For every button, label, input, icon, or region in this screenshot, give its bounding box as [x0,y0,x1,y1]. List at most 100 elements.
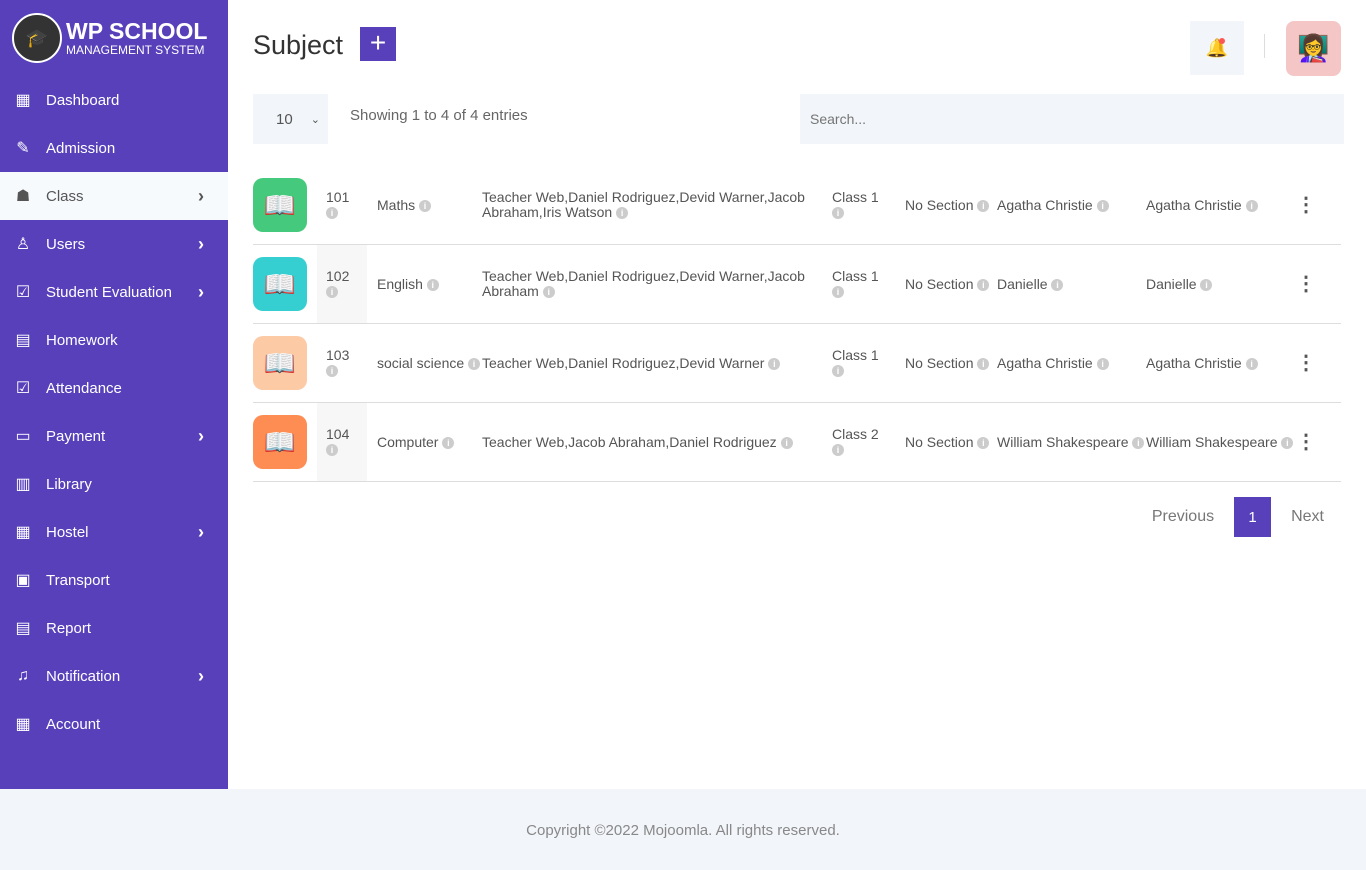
divider [1264,34,1265,58]
sidebar-item-label: Account [46,715,101,733]
sidebar-item-student-evaluation[interactable]: ☑ Student Evaluation › [0,268,228,316]
sidebar-item-label: Homework [46,331,118,349]
search-input[interactable] [800,94,1344,144]
pagination: Previous 1 Next [1132,497,1344,537]
subject-name: Maths [377,196,416,213]
previous-button[interactable]: Previous [1132,508,1234,526]
brand-title: WP SCHOOL [66,18,208,44]
clipboard-icon: ☑ [15,284,31,301]
main-content: Subject + 🔔 👩‍🏫 10 ⌄ Showing 1 to 4 of 4 … [228,0,1366,789]
sidebar: 🎓 WP SCHOOL MANAGEMENT SYSTEM ▦ Dashboar… [0,0,228,789]
info-icon[interactable]: i [426,278,439,291]
sidebar-item-notification[interactable]: ♫ Notification › [0,652,228,700]
info-icon[interactable]: i [1245,357,1258,370]
sidebar-item-homework[interactable]: ▤ Homework [0,316,228,364]
info-icon[interactable]: i [832,444,844,457]
hostel-icon: ▦ [15,524,31,541]
sidebar-item-label: Transport [46,571,110,589]
info-icon[interactable]: i [1096,357,1109,370]
info-icon[interactable]: i [442,436,455,449]
subject-code: 101 [326,189,350,205]
sidebar-item-report[interactable]: ▤ Report [0,604,228,652]
logo[interactable]: 🎓 WP SCHOOL MANAGEMENT SYSTEM [0,0,228,76]
sidebar-item-label: Class [46,187,84,205]
info-icon[interactable]: i [977,278,990,291]
section: No Section [905,433,974,450]
class-name: Class 1 [832,347,879,363]
info-icon[interactable]: i [977,436,990,449]
sidebar-item-admission[interactable]: ✎ Admission [0,124,228,172]
sidebar-item-payment[interactable]: ▭ Payment › [0,412,228,460]
sidebar-item-label: Payment [46,427,106,445]
info-icon[interactable]: i [1200,278,1213,291]
info-icon[interactable]: i [832,286,844,299]
table-row: 📖 101 i Maths i Teacher Web,Daniel Rodrig… [253,166,1341,245]
book-icon: 📖 [253,257,307,311]
info-icon[interactable]: i [1245,199,1258,212]
class-name: Class 2 [832,426,879,442]
table-row: 📖 102 i English i Teacher Web,Daniel Rodr… [253,245,1341,324]
author: William Shakespeare [997,433,1129,450]
account-icon: ▦ [15,716,31,733]
more-options-icon[interactable]: ⋮ [1296,353,1316,373]
book-icon: 📖 [253,415,307,469]
admission-icon: ✎ [16,140,30,157]
info-icon[interactable]: i [1051,278,1064,291]
homework-icon: ▤ [15,332,31,349]
sidebar-item-library[interactable]: ▥ Library [0,460,228,508]
sidebar-item-transport[interactable]: ▣ Transport [0,556,228,604]
chevron-right-icon: › [198,233,204,254]
notification-button[interactable]: 🔔 [1190,21,1244,75]
sidebar-item-hostel[interactable]: ▦ Hostel › [0,508,228,556]
info-icon[interactable]: i [326,207,338,220]
book-icon: 📖 [253,178,307,232]
table-row: 📖 104 i Computer i Teacher Web,Jacob Abra… [253,403,1341,482]
teachers: Teacher Web,Daniel Rodriguez,Devid Warne… [482,268,805,299]
entries-info: Showing 1 to 4 of 4 entries [350,107,528,124]
info-icon[interactable]: i [468,357,481,370]
page-1-button[interactable]: 1 [1234,497,1272,537]
sidebar-item-attendance[interactable]: ☑ Attendance [0,364,228,412]
author: Danielle [997,275,1048,292]
info-icon[interactable]: i [977,357,990,370]
sidebar-item-class[interactable]: ☗ Class › [0,172,228,220]
sidebar-item-label: Attendance [46,379,122,397]
info-icon[interactable]: i [977,199,990,212]
chevron-right-icon: › [198,425,204,446]
info-icon[interactable]: i [419,199,432,212]
info-icon[interactable]: i [832,207,844,220]
info-icon[interactable]: i [326,365,338,378]
sidebar-item-users[interactable]: ♙ Users › [0,220,228,268]
chevron-right-icon: › [198,281,204,302]
more-options-icon[interactable]: ⋮ [1296,274,1316,294]
info-icon[interactable]: i [768,357,781,370]
info-icon[interactable]: i [542,286,555,299]
info-icon[interactable]: i [616,207,629,220]
subject-code: 102 [326,268,350,284]
entries-length-select[interactable]: 10 ⌄ [253,94,328,144]
book-name: Agatha Christie [1146,196,1242,213]
info-icon[interactable]: i [326,286,338,299]
next-button[interactable]: Next [1271,508,1344,526]
info-icon[interactable]: i [326,444,338,457]
sidebar-item-dashboard[interactable]: ▦ Dashboard [0,76,228,124]
avatar[interactable]: 👩‍🏫 [1286,21,1341,76]
book-name: William Shakespeare [1146,433,1278,450]
sidebar-item-label: Admission [46,139,116,157]
subject-code: 103 [326,347,350,363]
subject-name: Computer [377,433,439,450]
info-icon[interactable]: i [1096,199,1109,212]
more-options-icon[interactable]: ⋮ [1296,432,1316,452]
wallet-icon: ▭ [15,428,31,445]
info-icon[interactable]: i [832,365,844,378]
add-subject-button[interactable]: + [360,27,396,61]
subject-table: 📖 101 i Maths i Teacher Web,Daniel Rodrig… [253,166,1341,482]
info-icon[interactable]: i [780,436,793,449]
info-icon[interactable]: i [1132,436,1145,449]
more-options-icon[interactable]: ⋮ [1296,195,1316,215]
book-name: Danielle [1146,275,1197,292]
teachers: Teacher Web,Daniel Rodriguez,Devid Warne… [482,189,805,220]
grid-icon: ▦ [15,92,31,109]
info-icon[interactable]: i [1281,436,1294,449]
sidebar-item-account[interactable]: ▦ Account [0,700,228,748]
